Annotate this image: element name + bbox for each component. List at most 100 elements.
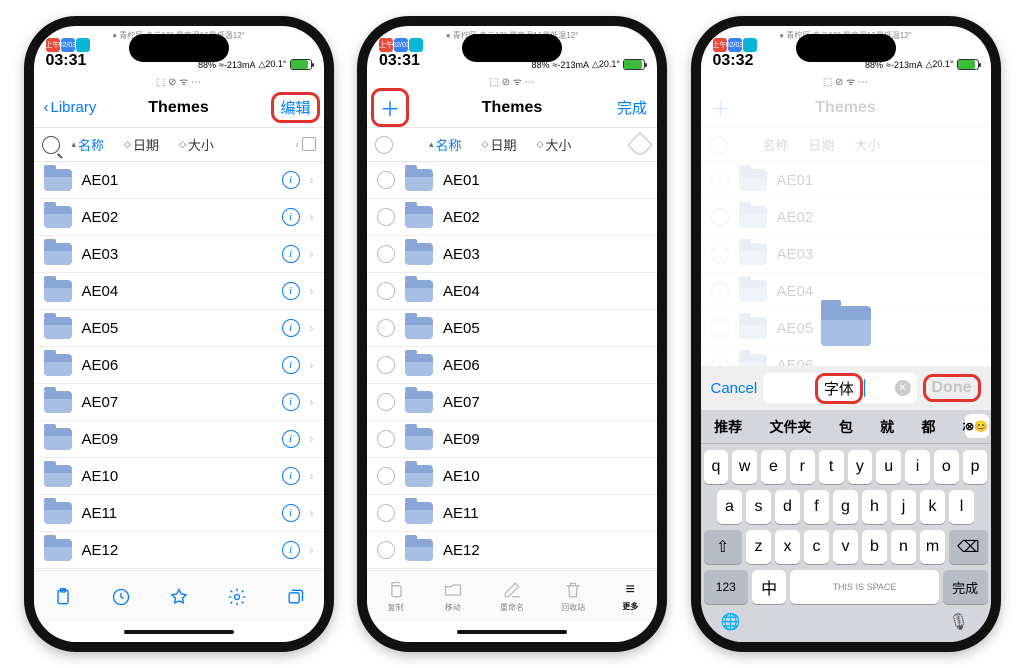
key-row-1: qwertyuiop xyxy=(704,450,988,484)
tag-icon[interactable] xyxy=(631,136,649,154)
tab-windows[interactable] xyxy=(285,587,305,607)
list-item[interactable]: AE09 xyxy=(367,421,657,458)
folder-icon xyxy=(44,206,72,228)
folder-icon xyxy=(44,539,72,561)
folder-icon xyxy=(405,169,433,191)
phone-2: ● 青柠区 多云13° 最高温16最低温12° 上午02/03 03:31 88… xyxy=(357,16,667,652)
tab-settings[interactable] xyxy=(227,587,247,607)
list-item[interactable]: AE04i› xyxy=(34,273,324,310)
list-item[interactable]: AE02i› xyxy=(34,199,324,236)
key-q[interactable]: q xyxy=(704,450,729,484)
info-icon[interactable]: i xyxy=(282,319,300,337)
more-button[interactable]: ≡更多 xyxy=(622,581,638,612)
list-item[interactable]: AE10 xyxy=(367,458,657,495)
folder-icon xyxy=(44,391,72,413)
info-icon[interactable]: i xyxy=(282,282,300,300)
folder-icon xyxy=(44,169,72,191)
status-right: 88%≈-213mA△20.1° xyxy=(198,59,312,70)
back-button[interactable]: ‹Library xyxy=(44,99,104,116)
info-icon[interactable]: i xyxy=(282,171,300,189)
list-item[interactable]: AE07 xyxy=(367,384,657,421)
tab-recent[interactable] xyxy=(111,587,131,607)
info-icon[interactable]: i xyxy=(282,467,300,485)
sort-date[interactable]: ◇日期 xyxy=(116,135,167,154)
list-item[interactable]: AE10i› xyxy=(34,458,324,495)
phone-1: ● 青柠区 多云13° 最高温16最低温12° 上午 02/03 03:31 8… xyxy=(24,16,334,652)
list-item[interactable]: AE02 xyxy=(367,199,657,236)
info-icon[interactable]: i xyxy=(282,504,300,522)
folder-name-input[interactable]: 字体 ✕ xyxy=(763,373,916,403)
done-button[interactable]: 完成 xyxy=(587,97,647,118)
globe-icon[interactable]: 🌐 xyxy=(721,612,743,634)
sort-date[interactable]: ◇日期 xyxy=(474,135,525,154)
status-time: 03:31 xyxy=(46,52,90,70)
info-icon[interactable]: i xyxy=(282,245,300,263)
copy-button[interactable]: 复制 xyxy=(386,580,406,613)
lang-key[interactable]: 中 xyxy=(752,570,786,604)
keyboard[interactable]: 推荐 文件夹 包 就 都 格 ⊗😊 qwertyuiop asdfghjkl ⇧… xyxy=(701,410,991,642)
list-item[interactable]: AE11i› xyxy=(34,495,324,532)
edit-toolbar: 复制 移动 重命名 回收站 ≡更多 xyxy=(367,570,657,622)
status-indicators: ⬚ ⊘ ᯤ ⋯ xyxy=(34,74,324,88)
list-item[interactable]: AE12 xyxy=(367,532,657,569)
search-icon[interactable] xyxy=(42,136,60,154)
shift-key[interactable]: ⇧ xyxy=(704,530,743,564)
trash-button[interactable]: 回收站 xyxy=(561,580,585,613)
key-row-2: asdfghjkl xyxy=(704,490,988,524)
clear-icon[interactable]: ✕ xyxy=(895,380,911,396)
info-icon[interactable]: i xyxy=(282,208,300,226)
sort-bar: ▴名称 ◇日期 ◇大小 ‹ xyxy=(34,128,324,162)
home-indicator[interactable] xyxy=(367,622,657,642)
info-icon[interactable]: i xyxy=(282,541,300,559)
list-item[interactable]: AE01 xyxy=(367,162,657,199)
mic-icon[interactable]: 🎙 xyxy=(949,612,971,634)
info-icon[interactable]: i xyxy=(282,356,300,374)
tab-clipboard[interactable] xyxy=(53,587,73,607)
file-list[interactable]: AE01i› AE02i› AE03i› AE04i› AE05i› AE06i… xyxy=(34,162,324,570)
info-icon[interactable]: i xyxy=(282,393,300,411)
sort-size[interactable]: ◇大小 xyxy=(528,135,579,154)
list-item[interactable]: AE03 xyxy=(367,236,657,273)
list-item[interactable]: AE03i› xyxy=(34,236,324,273)
sort-bar: ▴名称 ◇日期 ◇大小 xyxy=(367,128,657,162)
list-item[interactable]: AE04 xyxy=(367,273,657,310)
key-row-3: ⇧ zxcvbnm ⌫ xyxy=(704,530,988,564)
sort-name[interactable]: ▴名称 xyxy=(64,135,113,154)
emoji-drawer-icon[interactable]: ⊗😊 xyxy=(965,414,989,438)
view-toggle[interactable]: ‹ xyxy=(295,137,315,152)
done-button[interactable]: Done xyxy=(923,374,981,402)
list-item[interactable]: AE06 xyxy=(367,347,657,384)
return-key[interactable]: 完成 xyxy=(943,570,988,604)
list-item[interactable]: AE05 xyxy=(367,310,657,347)
sort-size[interactable]: ◇大小 xyxy=(171,135,222,154)
prediction-bar[interactable]: 推荐 文件夹 包 就 都 格 ⊗😊 xyxy=(701,410,991,444)
folder-icon xyxy=(44,354,72,376)
file-list[interactable]: AE01 AE02 AE03 AE04 AE05 AE06 AE07 AE09 … xyxy=(367,162,657,570)
cancel-button[interactable]: Cancel xyxy=(711,380,758,397)
select-radio[interactable] xyxy=(377,171,395,189)
sort-name[interactable]: ▴名称 xyxy=(421,135,470,154)
space-key[interactable]: THIS IS SPACE xyxy=(790,570,939,604)
status-bar: 上午 02/03 03:31 88%≈-213mA△20.1° xyxy=(34,26,324,72)
list-item[interactable]: AE09i› xyxy=(34,421,324,458)
move-button[interactable]: 移动 xyxy=(443,580,463,613)
list-item[interactable]: AE06i› xyxy=(34,347,324,384)
add-button[interactable]: ＋ xyxy=(377,90,437,125)
info-icon[interactable]: i xyxy=(282,430,300,448)
toolbar xyxy=(34,570,324,622)
list-item[interactable]: AE12i› xyxy=(34,532,324,569)
list-item[interactable]: AE07i› xyxy=(34,384,324,421)
tab-favorite[interactable] xyxy=(169,587,189,607)
new-folder-preview xyxy=(821,306,871,346)
edit-button[interactable]: 编辑 xyxy=(254,94,314,121)
list-item[interactable]: AE01i› xyxy=(34,162,324,199)
status-calendar: 上午 02/03 xyxy=(46,38,90,52)
numbers-key[interactable]: 123 xyxy=(704,570,749,604)
rename-sheet: Cancel 字体 ✕ Done xyxy=(701,366,991,410)
list-item[interactable]: AE11 xyxy=(367,495,657,532)
home-indicator[interactable] xyxy=(34,622,324,642)
rename-button[interactable]: 重命名 xyxy=(500,580,524,613)
list-item[interactable]: AE05i› xyxy=(34,310,324,347)
backspace-key[interactable]: ⌫ xyxy=(949,530,988,564)
select-all-radio[interactable] xyxy=(375,136,393,154)
